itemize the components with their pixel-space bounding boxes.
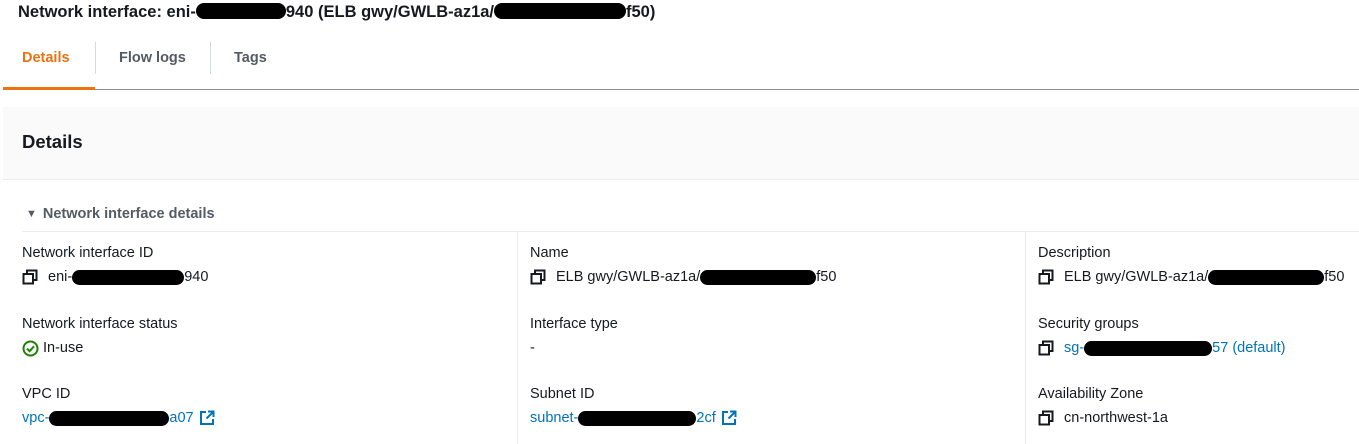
- copy-icon[interactable]: [1038, 340, 1054, 356]
- field-value: cn-northwest-1a: [1038, 409, 1168, 427]
- field-vpc-id: VPC ID vpc-a07: [22, 385, 215, 427]
- value-prefix: eni-: [48, 269, 73, 285]
- tab-details[interactable]: Details: [3, 38, 95, 90]
- field-label: Description: [1038, 245, 1111, 261]
- column-divider: [517, 232, 518, 444]
- copy-icon[interactable]: [530, 269, 546, 285]
- status-text: In-use: [43, 340, 84, 356]
- redaction-block: [195, 3, 286, 19]
- section-divider: [22, 231, 1359, 232]
- details-panel: Details ▼ Network interface details Netwo…: [3, 107, 1359, 444]
- redaction-block: [700, 269, 817, 285]
- value-prefix: vpc-: [22, 410, 50, 426]
- value-prefix: ELB gwy/GWLB-az1a/: [556, 269, 701, 285]
- network-interface-details-toggle[interactable]: ▼ Network interface details: [26, 206, 215, 222]
- field-label: Network interface status: [22, 316, 178, 332]
- tab-separator: [210, 42, 211, 74]
- value-suffix: 57 (default): [1212, 340, 1286, 356]
- field-value: ELB gwy/GWLB-az1a/f50: [1038, 268, 1344, 286]
- security-group-link[interactable]: sg- 57 (default): [1038, 339, 1286, 357]
- status-ok-icon: [22, 340, 39, 356]
- panel-title: Details: [22, 131, 83, 152]
- field-label: VPC ID: [22, 386, 71, 402]
- tab-tags[interactable]: Tags: [215, 38, 286, 89]
- external-link-icon[interactable]: [199, 410, 215, 426]
- field-label: Name: [530, 245, 569, 261]
- copy-icon[interactable]: [22, 269, 38, 285]
- redaction-block: [49, 410, 170, 426]
- caret-down-icon: ▼: [26, 208, 37, 220]
- external-link-icon[interactable]: [721, 410, 737, 426]
- value-suffix: f50: [816, 269, 837, 285]
- redaction-block: [72, 269, 185, 285]
- subnet-link[interactable]: subnet- 2cf: [530, 409, 737, 427]
- field-label: Security groups: [1038, 316, 1139, 332]
- redaction-block: [578, 410, 697, 426]
- title-suffix: 940 (ELB gwy/GWLB-az1a/: [285, 3, 495, 21]
- tab-bar: Details Flow logs Tags: [3, 38, 1359, 90]
- availability-zone-value: cn-northwest-1a: [1064, 410, 1168, 426]
- value-prefix: ELB gwy/GWLB-az1a/: [1064, 269, 1209, 285]
- field-network-interface-status: Network interface status In-use: [22, 315, 178, 357]
- value-suffix: 2cf: [696, 410, 716, 426]
- value-suffix: f50: [1324, 269, 1345, 285]
- field-label: Subnet ID: [530, 386, 595, 402]
- field-value: In-use: [22, 339, 178, 357]
- value-suffix: 940: [184, 269, 209, 285]
- tab-separator: [95, 42, 96, 74]
- redaction-block: [1208, 269, 1325, 285]
- panel-header: Details: [3, 107, 1359, 180]
- value-suffix: a07: [169, 410, 194, 426]
- field-label: Availability Zone: [1038, 386, 1144, 402]
- field-security-groups: Security groups sg- 57 (default): [1038, 315, 1286, 357]
- copy-icon[interactable]: [1038, 269, 1054, 285]
- field-network-interface-id: Network interface ID eni- 940: [22, 244, 208, 286]
- field-label: Network interface ID: [22, 245, 154, 261]
- field-label: Interface type: [530, 316, 618, 332]
- field-description: Description ELB gwy/GWLB-az1a/f50: [1038, 244, 1344, 286]
- section-label: Network interface details: [42, 206, 215, 222]
- field-subnet-id: Subnet ID subnet- 2cf: [530, 385, 737, 427]
- title-prefix: Network interface: eni-: [18, 3, 196, 21]
- field-interface-type: Interface type -: [530, 315, 618, 357]
- value-prefix: subnet-: [530, 410, 579, 426]
- page-title: Network interface: eni- 940 (ELB gwy/GWLB…: [18, 3, 655, 22]
- title-end: f50): [626, 3, 656, 21]
- copy-icon[interactable]: [1038, 410, 1054, 426]
- column-divider: [1025, 232, 1026, 444]
- field-value: ELB gwy/GWLB-az1a/f50: [530, 268, 836, 286]
- field-availability-zone: Availability Zone cn-northwest-1a: [1038, 385, 1168, 427]
- value-prefix: sg-: [1064, 340, 1085, 356]
- field-value: -: [530, 340, 535, 356]
- tab-flow-logs[interactable]: Flow logs: [100, 38, 205, 89]
- vpc-link[interactable]: vpc-a07: [22, 409, 215, 427]
- field-value: eni- 940: [22, 268, 208, 286]
- redaction-block: [494, 3, 627, 19]
- redaction-block: [1084, 340, 1213, 356]
- field-name: Name ELB gwy/GWLB-az1a/f50: [530, 244, 836, 286]
